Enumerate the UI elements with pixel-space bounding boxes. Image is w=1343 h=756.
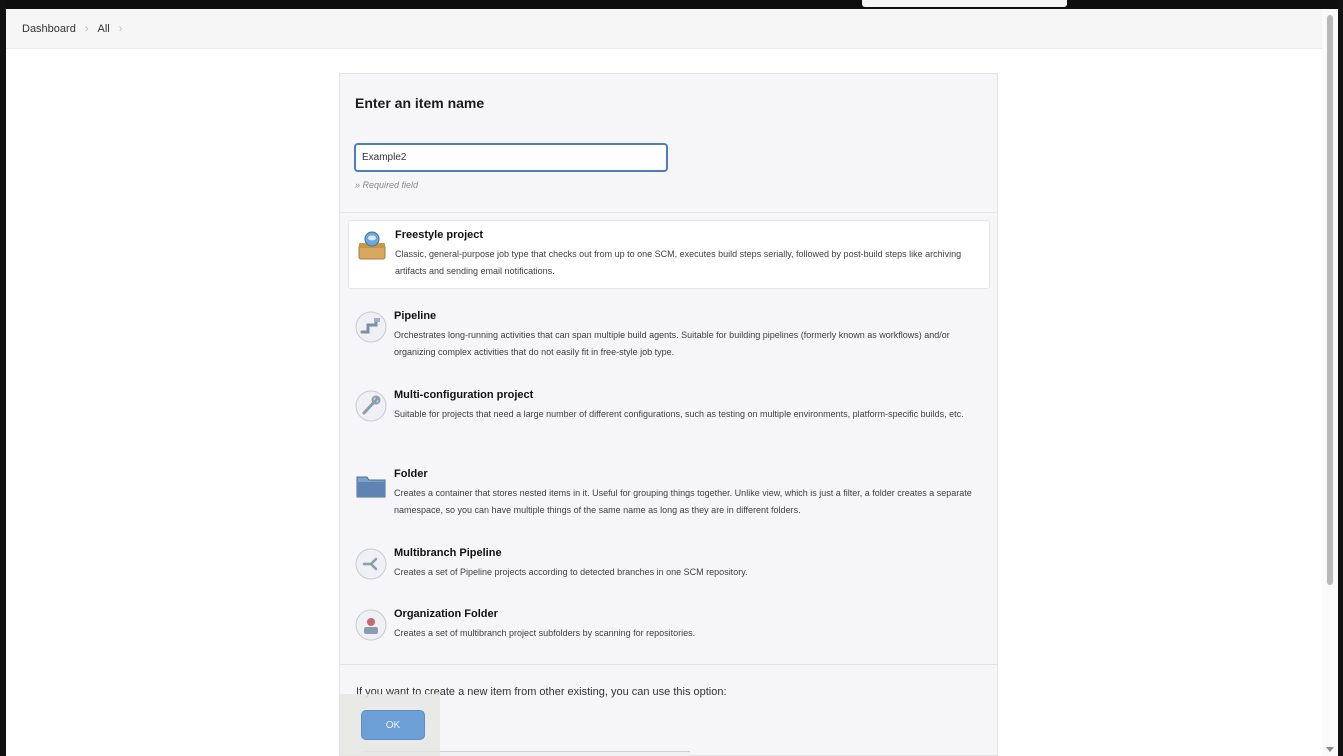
item-type-pipeline[interactable]: Pipeline Orchestrates long-running activ… — [348, 302, 990, 369]
item-type-label: Multi-configuration project — [394, 389, 534, 401]
item-type-description: Orchestrates long-running activities tha… — [394, 330, 950, 357]
item-type-label: Organization Folder — [394, 608, 498, 620]
item-type-label: Pipeline — [394, 310, 437, 322]
chevron-right-icon[interactable]: › — [119, 23, 123, 35]
ok-button-area: OK — [340, 694, 440, 756]
divider — [340, 664, 997, 665]
breadcrumb-dashboard[interactable]: Dashboard — [22, 23, 76, 35]
multi-configuration-icon — [354, 389, 388, 423]
item-type-description: Creates a set of Pipeline projects accor… — [394, 567, 748, 577]
freestyle-project-icon — [355, 229, 389, 263]
item-type-label: Folder — [394, 468, 428, 480]
window-right-edge — [1338, 0, 1343, 756]
window-top-bar — [0, 0, 1343, 9]
divider — [340, 212, 997, 213]
item-type-label: Freestyle project — [395, 229, 484, 241]
item-type-multibranch-pipeline[interactable]: Multibranch Pipeline Creates a set of Pi… — [348, 539, 990, 589]
folder-icon — [354, 468, 388, 502]
item-type-description: Suitable for projects that need a large … — [394, 409, 964, 419]
page-title: Enter an item name — [355, 95, 485, 111]
item-type-description: Creates a set of multibranch project sub… — [394, 628, 696, 638]
item-type-description: Classic, general-purpose job type that c… — [395, 249, 962, 276]
new-item-panel: Enter an item name » Required field Free… — [339, 73, 998, 756]
breadcrumb-all[interactable]: All — [98, 23, 110, 35]
jenkins-new-item-page: Dashboard › All › Enter an item name » R… — [0, 0, 1343, 756]
pipeline-icon — [354, 310, 388, 344]
multibranch-pipeline-icon — [354, 547, 388, 581]
item-type-label: Multibranch Pipeline — [394, 547, 502, 559]
item-type-folder[interactable]: Folder Creates a container that stores n… — [348, 460, 990, 527]
scroll-down-arrow-icon[interactable] — [1326, 747, 1334, 752]
item-type-freestyle-project[interactable]: Freestyle project Classic, general-purpo… — [348, 220, 990, 289]
scrollbar-thumb[interactable] — [1327, 15, 1333, 585]
item-type-multi-configuration-project[interactable]: Multi-configuration project Suitable for… — [348, 381, 990, 431]
vertical-scrollbar[interactable] — [1322, 9, 1338, 756]
item-type-description: Creates a container that stores nested i… — [394, 488, 972, 515]
breadcrumb: Dashboard › All › — [6, 9, 1322, 49]
chevron-right-icon: › — [84, 22, 89, 35]
item-name-input[interactable] — [354, 143, 668, 172]
browser-tab-edge — [862, 0, 1067, 7]
required-field-note: » Required field — [355, 180, 419, 190]
organization-folder-icon — [354, 608, 388, 642]
item-type-organization-folder[interactable]: Organization Folder Creates a set of mul… — [348, 600, 990, 650]
window-left-edge — [0, 0, 6, 756]
ok-button[interactable]: OK — [361, 710, 425, 740]
